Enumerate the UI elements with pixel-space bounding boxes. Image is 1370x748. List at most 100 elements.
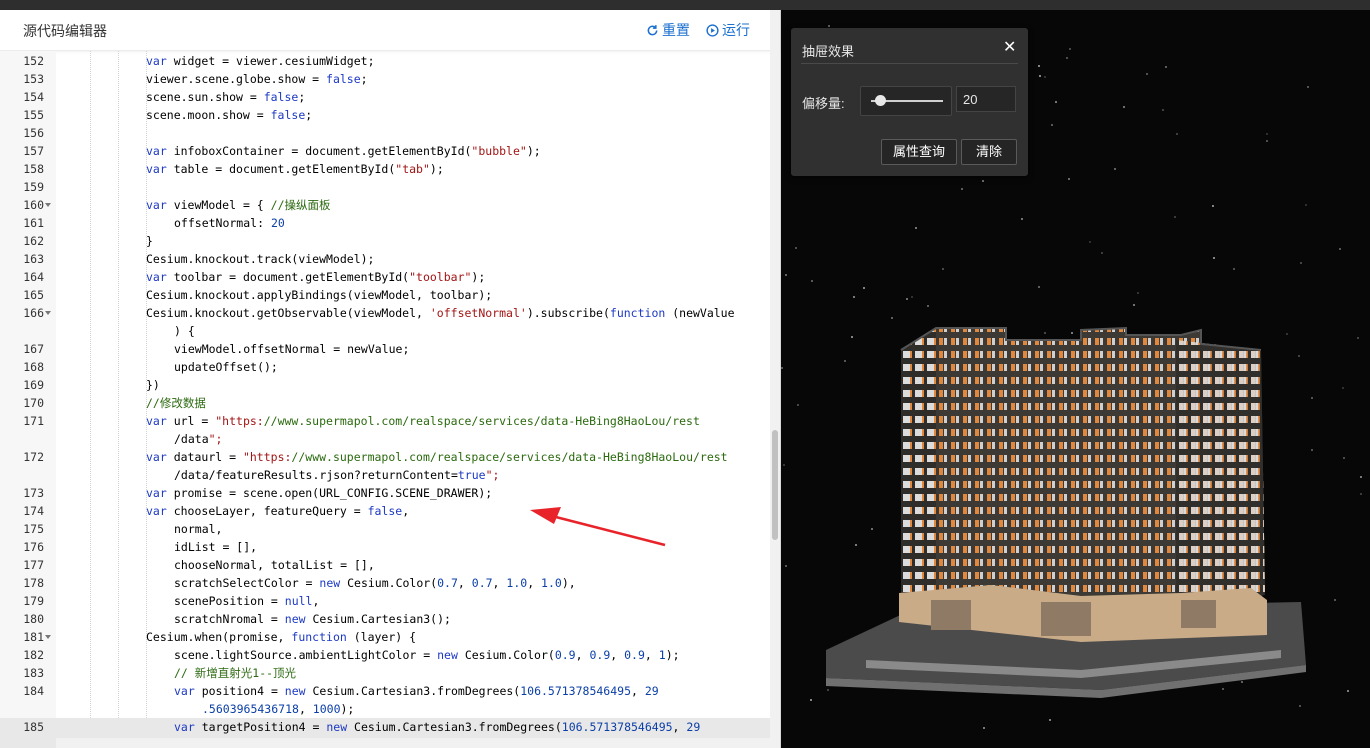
code-line: 153 viewer.scene.globe.show = false; [0,70,770,88]
line-number: 155 [23,108,44,122]
top-bar [0,0,1370,10]
code-line: 159 [0,178,770,196]
code-text: var toolbar = document.getElementById("t… [146,270,486,284]
code-text: var table = document.getElementById("tab… [146,162,444,176]
line-number: 169 [23,378,44,392]
code-text: chooseNormal, totalList = [], [174,558,375,572]
code-line: 170 //修改数据 [0,394,770,412]
line-number: 157 [23,144,44,158]
scene-viewport[interactable]: 抽屉效果 ✕ 偏移量: 属性查询 清除 [781,10,1370,748]
code-line: 165 Cesium.knockout.applyBindings(viewMod… [0,286,770,304]
horizontal-scrollbar[interactable] [56,738,770,748]
line-number: 154 [23,90,44,104]
line-number: 158 [23,162,44,176]
scrollbar-thumb[interactable] [772,430,778,540]
line-number: 168 [23,360,44,374]
code-line: 161 offsetNormal: 20 [0,214,770,232]
source-code-editor: 源代码编辑器 重置 运行 152 var widget = viewer.cesi… [0,10,781,748]
line-number: 167 [23,342,44,356]
line-number: 184 [23,684,44,698]
code-text: scratchNromal = new Cesium.Cartesian3(); [174,612,451,626]
run-label: 运行 [722,22,750,38]
editor-title: 源代码编辑器 [23,23,107,39]
offset-label: 偏移量: [802,96,845,111]
vertical-scrollbar[interactable] [770,10,780,748]
divider [801,63,1018,64]
code-line: 178 scratchSelectColor = new Cesium.Color… [0,574,770,592]
code-line: 173 var promise = scene.open(URL_CONFIG.S… [0,484,770,502]
line-number: 178 [23,576,44,590]
code-line: 160 var viewModel = { //操纵面板 [0,196,770,214]
code-text: scene.moon.show = false; [146,108,313,122]
code-line: 169}) [0,376,770,394]
line-number: 175 [23,522,44,536]
code-line: 172 var dataurl = "https://www.supermapol… [0,448,770,466]
editor-header: 源代码编辑器 重置 运行 [0,10,780,51]
code-text: scene.sun.show = false; [146,90,306,104]
code-text: Cesium.when(promise, function (layer) { [146,630,417,644]
code-text: Cesium.knockout.getObservable(viewModel,… [146,306,735,320]
line-number: 171 [23,414,44,428]
line-number: 156 [23,126,44,140]
code-text: Cesium.knockout.applyBindings(viewModel,… [146,288,493,302]
line-number: 176 [23,540,44,554]
panel-title: 抽屉效果 [802,44,855,59]
code-line: 184 var position4 = new Cesium.Cartesian3… [0,682,770,700]
code-text: offsetNormal: 20 [174,216,285,230]
offset-slider[interactable] [860,86,952,116]
code-text: .5603965436718, 1000); [202,702,355,716]
code-line: 154 scene.sun.show = false; [0,88,770,106]
attribute-query-button[interactable]: 属性查询 [881,139,957,165]
clear-button[interactable]: 清除 [961,139,1017,165]
line-number: 182 [23,648,44,662]
code-line: /data"; [0,430,770,448]
close-icon[interactable]: ✕ [1003,37,1016,57]
line-number: 174 [23,504,44,518]
code-text: var dataurl = "https://www.supermapol.co… [146,450,728,464]
code-text: scene.lightSource.ambientLightColor = ne… [174,648,680,662]
line-number[interactable]: 166 [0,304,51,322]
code-text: scenePosition = null, [174,594,320,608]
line-number: 179 [23,594,44,608]
code-text: var viewModel = { //操纵面板 [146,198,331,212]
code-line: 171 var url = "https://www.supermapol.com… [0,412,770,430]
code-line: 152 var widget = viewer.cesiumWidget; [0,52,770,70]
code-line: 155 scene.moon.show = false; [0,106,770,124]
refresh-icon [647,24,658,35]
code-line: 175 normal, [0,520,770,538]
line-number: 164 [23,270,44,284]
code-line: 176 idList = [], [0,538,770,556]
code-line: 185 var targetPosition4 = new Cesium.Cart… [0,718,770,736]
line-number: 153 [23,72,44,86]
line-number: 170 [23,396,44,410]
code-text: var widget = viewer.cesiumWidget; [146,54,375,68]
code-text: var promise = scene.open(URL_CONFIG.SCEN… [146,486,493,500]
reset-button[interactable]: 重置 [646,20,690,40]
line-number[interactable]: 160 [0,196,51,214]
code-line: 162} [0,232,770,250]
code-line: 182 scene.lightSource.ambientLightColor =… [0,646,770,664]
line-number[interactable]: 181 [0,628,51,646]
code-line: 177 chooseNormal, totalList = [], [0,556,770,574]
code-text: var chooseLayer, featureQuery = false, [146,504,410,518]
offset-input[interactable] [956,86,1016,112]
code-line: 157 var infoboxContainer = document.getEl… [0,142,770,160]
drawer-effect-panel: 抽屉效果 ✕ 偏移量: 属性查询 清除 [791,28,1028,176]
line-number: 163 [23,252,44,266]
code-text: ) { [174,324,195,338]
code-line: 167 viewModel.offsetNormal = newValue; [0,340,770,358]
line-number: 161 [23,216,44,230]
line-number: 173 [23,486,44,500]
line-number: 162 [23,234,44,248]
code-text: }) [146,378,160,392]
code-text: //修改数据 [146,396,206,410]
code-area[interactable]: 152 var widget = viewer.cesiumWidget; 153 v… [0,51,770,748]
slider-thumb[interactable] [874,95,886,106]
line-number: 180 [23,612,44,626]
play-circle-icon [706,23,719,37]
run-button[interactable]: 运行 [706,20,750,40]
code-line: 166 Cesium.knockout.getObservable(viewMod… [0,304,770,322]
code-line: 181 Cesium.when(promise, function (layer)… [0,628,770,646]
code-text: var targetPosition4 = new Cesium.Cartesi… [174,720,701,734]
line-number: 165 [23,288,44,302]
